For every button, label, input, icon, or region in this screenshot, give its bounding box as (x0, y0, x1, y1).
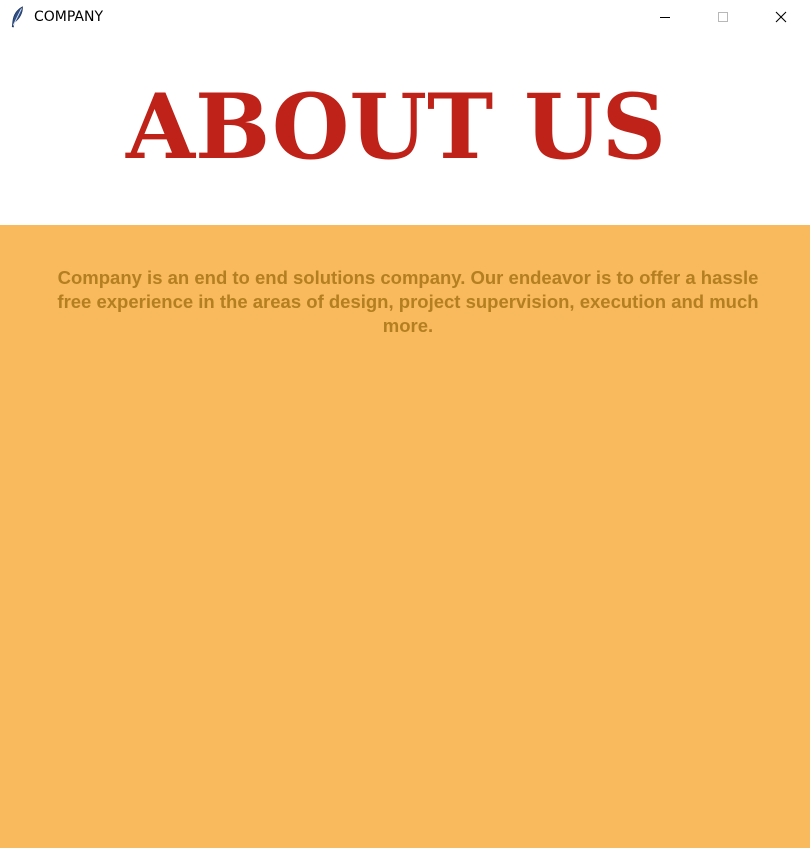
maximize-icon (718, 12, 728, 22)
minimize-button[interactable] (642, 0, 688, 34)
page-title: ABOUT US (125, 74, 666, 180)
content-panel: Company is an end to end solutions compa… (0, 225, 810, 848)
maximize-button[interactable] (700, 0, 746, 34)
window-title: COMPANY (34, 9, 104, 25)
window-titlebar[interactable]: COMPANY (0, 0, 810, 34)
feather-icon (10, 6, 24, 28)
about-us-heading-graphic: ABOUT US (125, 74, 666, 180)
minimize-icon (660, 17, 670, 18)
company-description: Company is an end to end solutions compa… (57, 267, 759, 336)
about-us-banner: ABOUT US (0, 34, 810, 225)
close-button[interactable] (758, 0, 804, 34)
close-icon (775, 11, 787, 23)
